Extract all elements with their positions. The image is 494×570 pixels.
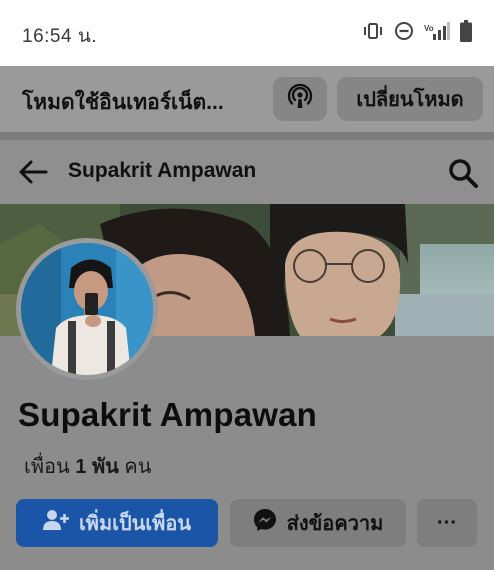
friends-count[interactable]: เพื่อน 1 พัน คน <box>24 450 151 482</box>
more-options-label: ··· <box>437 511 457 534</box>
data-mode-info-button[interactable] <box>273 77 327 121</box>
svg-text:Vo: Vo <box>424 24 434 33</box>
friends-number: 1 พัน <box>75 456 119 478</box>
data-mode-bar: โหมดใช้อินเทอร์เน็ต... เปลี่ยนโหมด <box>0 66 494 132</box>
more-options-button[interactable]: ··· <box>417 499 477 547</box>
back-arrow-icon[interactable] <box>18 158 48 186</box>
do-not-disturb-icon <box>394 21 414 46</box>
search-icon[interactable] <box>447 157 479 189</box>
friends-prefix: เพื่อน <box>24 456 70 478</box>
status-time: 16:54 น. <box>22 26 98 47</box>
data-mode-title: โหมดใช้อินเทอร์เน็ต... <box>22 91 224 114</box>
profile-photo <box>21 243 153 375</box>
profile-name: Supakrit Ampawan <box>18 396 318 433</box>
battery-icon <box>460 19 472 47</box>
section-divider <box>0 132 494 140</box>
wifi-calling-signal-icon: Vo <box>424 21 450 46</box>
switch-mode-button[interactable]: เปลี่ยนโหมด <box>337 77 483 121</box>
add-friend-button[interactable]: เพิ่มเป็นเพื่อน <box>16 499 218 547</box>
header-title: Supakrit Ampawan <box>68 159 257 182</box>
status-bar: 16:54 น. Vo <box>0 0 494 66</box>
messenger-icon <box>253 508 277 538</box>
add-friend-label: เพิ่มเป็นเพื่อน <box>78 513 192 535</box>
friends-suffix: คน <box>124 456 152 478</box>
profile-header: Supakrit Ampawan <box>0 140 494 204</box>
send-message-label: ส่งข้อความ <box>286 513 384 535</box>
send-message-button[interactable]: ส่งข้อความ <box>230 499 406 547</box>
add-friend-icon <box>42 509 69 537</box>
avatar[interactable] <box>16 238 158 380</box>
podcast-broadcast-icon <box>286 83 314 116</box>
vibrate-icon <box>362 22 384 45</box>
status-icons: Vo <box>362 19 472 47</box>
